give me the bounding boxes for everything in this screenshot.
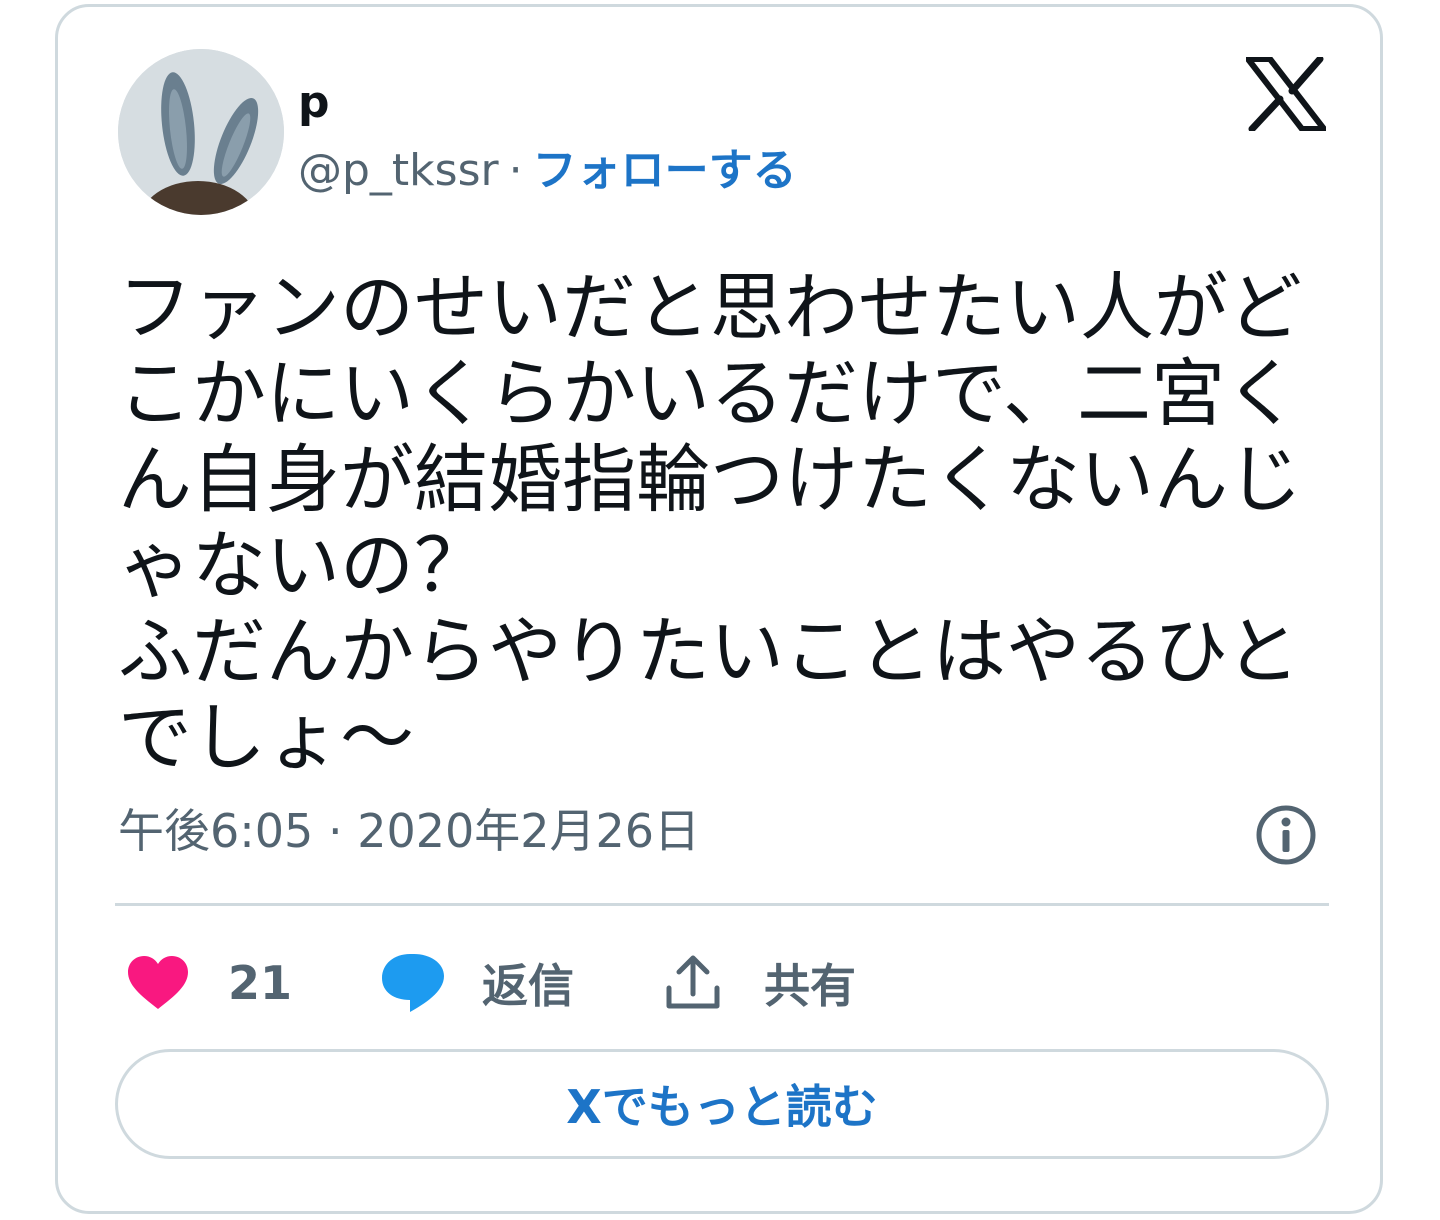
- like-count: 21: [228, 956, 293, 1010]
- post-time: 午後6:05: [118, 804, 314, 858]
- share-label: 共有: [764, 959, 856, 1013]
- avatar-bunny-ears-image: [118, 49, 284, 215]
- info-icon[interactable]: [1254, 803, 1318, 867]
- share-upload-icon: [666, 955, 720, 1009]
- share-button[interactable]: 共有: [664, 943, 856, 1023]
- timestamp-separator: ·: [327, 804, 343, 858]
- author-info: p @p_tkssr · フォローする: [298, 77, 797, 199]
- x-logo-icon[interactable]: [1245, 55, 1327, 133]
- reply-label: 返信: [482, 959, 574, 1013]
- read-more-button[interactable]: Xでもっと読む: [115, 1049, 1329, 1159]
- avatar[interactable]: [118, 49, 284, 215]
- divider: [115, 903, 1329, 906]
- post-timestamp[interactable]: 午後6:05 · 2020年2月26日: [118, 803, 700, 859]
- speech-bubble-icon: [382, 954, 444, 1012]
- like-button[interactable]: 21: [126, 943, 292, 1023]
- author-display-name[interactable]: p: [298, 77, 797, 129]
- post-date: 2020年2月26日: [357, 804, 701, 858]
- reply-button[interactable]: 返信: [380, 943, 574, 1023]
- embedded-post-card: p @p_tkssr · フォローする ファンのせいだと思わせたい人がどこかにいくら…: [55, 4, 1383, 1214]
- read-more-label: Xでもっと読む: [566, 1080, 878, 1134]
- post-text: ファンのせいだと思わせたい人がどこかにいくらかいるだけで、二宮くん自身が結婚指輪…: [118, 265, 1302, 781]
- handle-separator: ·: [508, 145, 523, 196]
- author-handle[interactable]: @p_tkssr: [298, 145, 499, 196]
- author-handle-row: @p_tkssr · フォローする: [298, 143, 797, 199]
- heart-icon: [128, 956, 188, 1009]
- follow-link[interactable]: フォローする: [533, 145, 797, 196]
